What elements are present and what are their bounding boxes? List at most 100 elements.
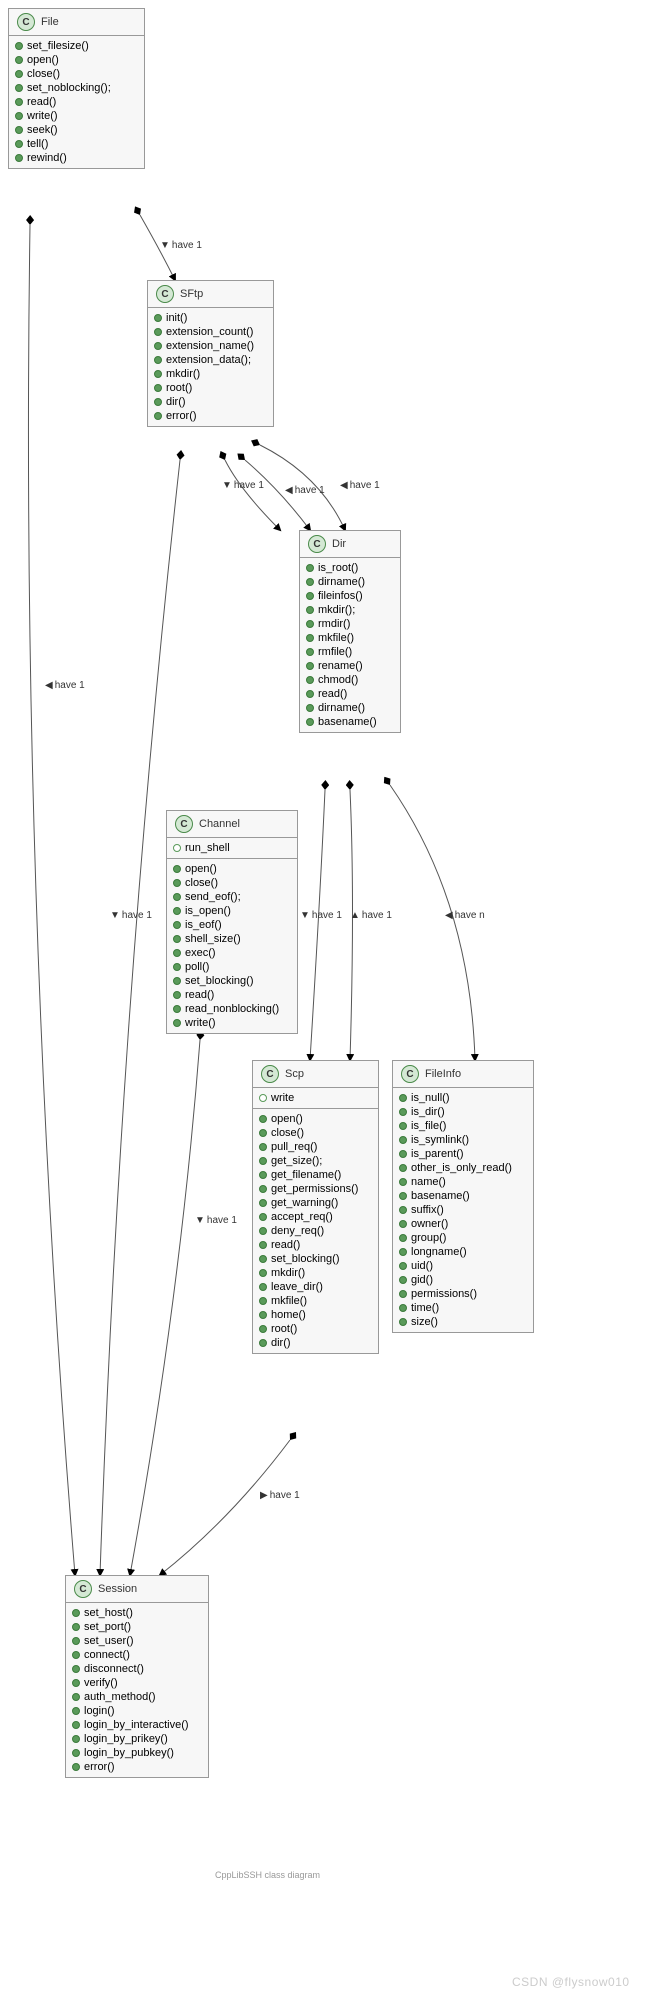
method: mkdir(); — [306, 603, 394, 617]
methods-section: set_filesize() open() close() set_nobloc… — [9, 36, 144, 168]
class-header: C SFtp — [148, 281, 273, 308]
method: chmod() — [306, 673, 394, 687]
method: set_port() — [72, 1620, 202, 1634]
method: accept_req() — [259, 1210, 372, 1224]
class-file: C File set_filesize() open() close() set… — [8, 8, 145, 169]
method: error() — [154, 409, 267, 423]
method: open() — [15, 53, 138, 67]
method: gid() — [399, 1273, 527, 1287]
method: mkdir() — [154, 367, 267, 381]
method: owner() — [399, 1217, 527, 1231]
method: open() — [173, 862, 291, 876]
method: suffix() — [399, 1203, 527, 1217]
methods-section: open() close() pull_req() get_size(); ge… — [253, 1109, 378, 1353]
class-header: C File — [9, 9, 144, 36]
method: set_noblocking(); — [15, 81, 138, 95]
method: login_by_pubkey() — [72, 1746, 202, 1760]
class-title: File — [41, 16, 59, 28]
method: set_host() — [72, 1606, 202, 1620]
class-icon: C — [261, 1065, 279, 1083]
method: time() — [399, 1301, 527, 1315]
class-session: C Session set_host() set_port() set_user… — [65, 1575, 209, 1778]
method: home() — [259, 1308, 372, 1322]
class-title: Scp — [285, 1068, 304, 1080]
method: get_permissions() — [259, 1182, 372, 1196]
method: verify() — [72, 1676, 202, 1690]
method: login_by_interactive() — [72, 1718, 202, 1732]
method: mkdir() — [259, 1266, 372, 1280]
method: set_blocking() — [173, 974, 291, 988]
method: get_filename() — [259, 1168, 372, 1182]
method: read() — [173, 988, 291, 1002]
edge-label: ▲ have 1 — [350, 910, 392, 921]
method: leave_dir() — [259, 1280, 372, 1294]
method: root() — [259, 1322, 372, 1336]
method: rmfile() — [306, 645, 394, 659]
method: send_eof(); — [173, 890, 291, 904]
methods-section: is_null() is_dir() is_file() is_symlink(… — [393, 1088, 533, 1332]
method: size() — [399, 1315, 527, 1329]
edge-label: ◀ have 1 — [285, 485, 325, 496]
edge-label: ◀ have 1 — [45, 680, 85, 691]
method: rename() — [306, 659, 394, 673]
class-header: C FileInfo — [393, 1061, 533, 1088]
class-channel: C Channel run_shell open() close() send_… — [166, 810, 298, 1034]
method: disconnect() — [72, 1662, 202, 1676]
method: dir() — [154, 395, 267, 409]
class-title: SFtp — [180, 288, 203, 300]
method: exec() — [173, 946, 291, 960]
method: connect() — [72, 1648, 202, 1662]
class-title: Session — [98, 1583, 137, 1595]
method: login() — [72, 1704, 202, 1718]
class-header: C Scp — [253, 1061, 378, 1088]
method: basename() — [306, 715, 394, 729]
method: pull_req() — [259, 1140, 372, 1154]
edge-label: ▼ have 1 — [110, 910, 152, 921]
class-title: Dir — [332, 538, 346, 550]
method: read() — [306, 687, 394, 701]
method: is_parent() — [399, 1147, 527, 1161]
edge-label: ▼ have 1 — [222, 480, 264, 491]
method: group() — [399, 1231, 527, 1245]
method: is_eof() — [173, 918, 291, 932]
class-icon: C — [401, 1065, 419, 1083]
method: is_symlink() — [399, 1133, 527, 1147]
class-title: Channel — [199, 818, 240, 830]
method: deny_req() — [259, 1224, 372, 1238]
method: tell() — [15, 137, 138, 151]
method: set_blocking() — [259, 1252, 372, 1266]
attribute: write — [259, 1091, 372, 1105]
method: read_nonblocking() — [173, 1002, 291, 1016]
method: init() — [154, 311, 267, 325]
method: is_root() — [306, 561, 394, 575]
class-dir: C Dir is_root() dirname() fileinfos() mk… — [299, 530, 401, 733]
method: is_dir() — [399, 1105, 527, 1119]
method: dirname() — [306, 701, 394, 715]
method: close() — [259, 1126, 372, 1140]
class-header: C Session — [66, 1576, 208, 1603]
edge-label: ▼ have 1 — [300, 910, 342, 921]
method: dir() — [259, 1336, 372, 1350]
method: mkfile() — [259, 1294, 372, 1308]
method: longname() — [399, 1245, 527, 1259]
method: seek() — [15, 123, 138, 137]
method: uid() — [399, 1259, 527, 1273]
method: set_user() — [72, 1634, 202, 1648]
method: extension_name() — [154, 339, 267, 353]
method: mkfile() — [306, 631, 394, 645]
methods-section: set_host() set_port() set_user() connect… — [66, 1603, 208, 1777]
edge-label: ▶ have 1 — [260, 1490, 300, 1501]
method: login_by_prikey() — [72, 1732, 202, 1746]
class-scp: C Scp write open() close() pull_req() ge… — [252, 1060, 379, 1354]
class-header: C Channel — [167, 811, 297, 838]
method: set_filesize() — [15, 39, 138, 53]
method: is_file() — [399, 1119, 527, 1133]
method: error() — [72, 1760, 202, 1774]
method: root() — [154, 381, 267, 395]
method: extension_count() — [154, 325, 267, 339]
method: is_open() — [173, 904, 291, 918]
method: open() — [259, 1112, 372, 1126]
method: read() — [15, 95, 138, 109]
method: get_size(); — [259, 1154, 372, 1168]
method: dirname() — [306, 575, 394, 589]
